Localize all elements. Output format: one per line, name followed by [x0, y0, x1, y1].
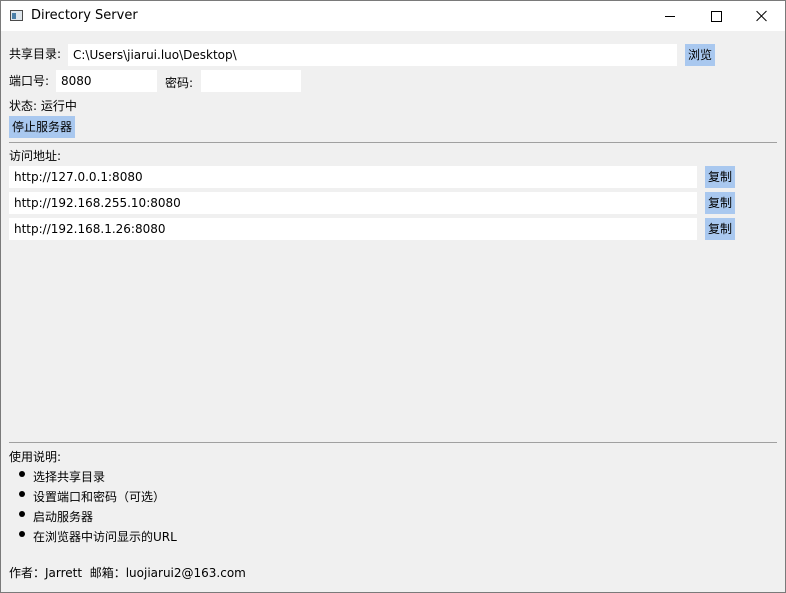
url-field[interactable]: http://192.168.255.10:8080: [9, 192, 697, 214]
port-input[interactable]: 8080: [56, 70, 157, 92]
instruction-item: 启动服务器: [33, 510, 94, 524]
instruction-item: 设置端口和密码（可选）: [33, 490, 166, 504]
stop-server-button[interactable]: 停止服务器: [9, 116, 76, 138]
share-dir-label: 共享目录:: [9, 47, 62, 61]
title-bar[interactable]: Directory Server: [1, 1, 785, 31]
app-window: Directory Server 共享目录: C:\Users\jiarui.l…: [0, 0, 786, 593]
close-button[interactable]: [739, 1, 785, 31]
bullet-icon: [19, 511, 25, 517]
maximize-button[interactable]: [693, 1, 739, 31]
instruction-item: 选择共享目录: [33, 470, 106, 484]
password-label: 密码:: [165, 76, 194, 90]
separator-bottom: [9, 442, 777, 443]
url-field[interactable]: http://127.0.0.1:8080: [9, 166, 697, 188]
port-label: 端口号:: [9, 74, 50, 88]
minimize-icon: [665, 15, 675, 17]
password-input[interactable]: [201, 70, 301, 92]
minimize-button[interactable]: [647, 1, 693, 31]
window-title: Directory Server: [31, 8, 138, 23]
separator-top: [9, 142, 777, 143]
maximize-icon: [710, 10, 722, 22]
copy-button[interactable]: 复制: [705, 192, 736, 214]
copy-button[interactable]: 复制: [705, 218, 736, 240]
instructions-title: 使用说明:: [9, 450, 62, 464]
access-address-label: 访问地址:: [9, 149, 62, 163]
share-dir-input[interactable]: C:\Users\jiarui.luo\Desktop\: [68, 44, 677, 66]
bullet-icon: [19, 531, 25, 537]
status-text: 状态: 运行中: [9, 99, 77, 113]
bullet-icon: [19, 471, 25, 477]
browse-button[interactable]: 浏览: [685, 44, 716, 66]
bullet-icon: [19, 491, 25, 497]
close-icon: [756, 10, 768, 22]
url-field[interactable]: http://192.168.1.26:8080: [9, 218, 697, 240]
app-icon: [10, 10, 23, 21]
instruction-item: 在浏览器中访问显示的URL: [33, 530, 177, 544]
footer-author-email: 作者：Jarrett 邮箱：luojiarui2@163.com: [9, 566, 246, 580]
copy-button[interactable]: 复制: [705, 166, 736, 188]
